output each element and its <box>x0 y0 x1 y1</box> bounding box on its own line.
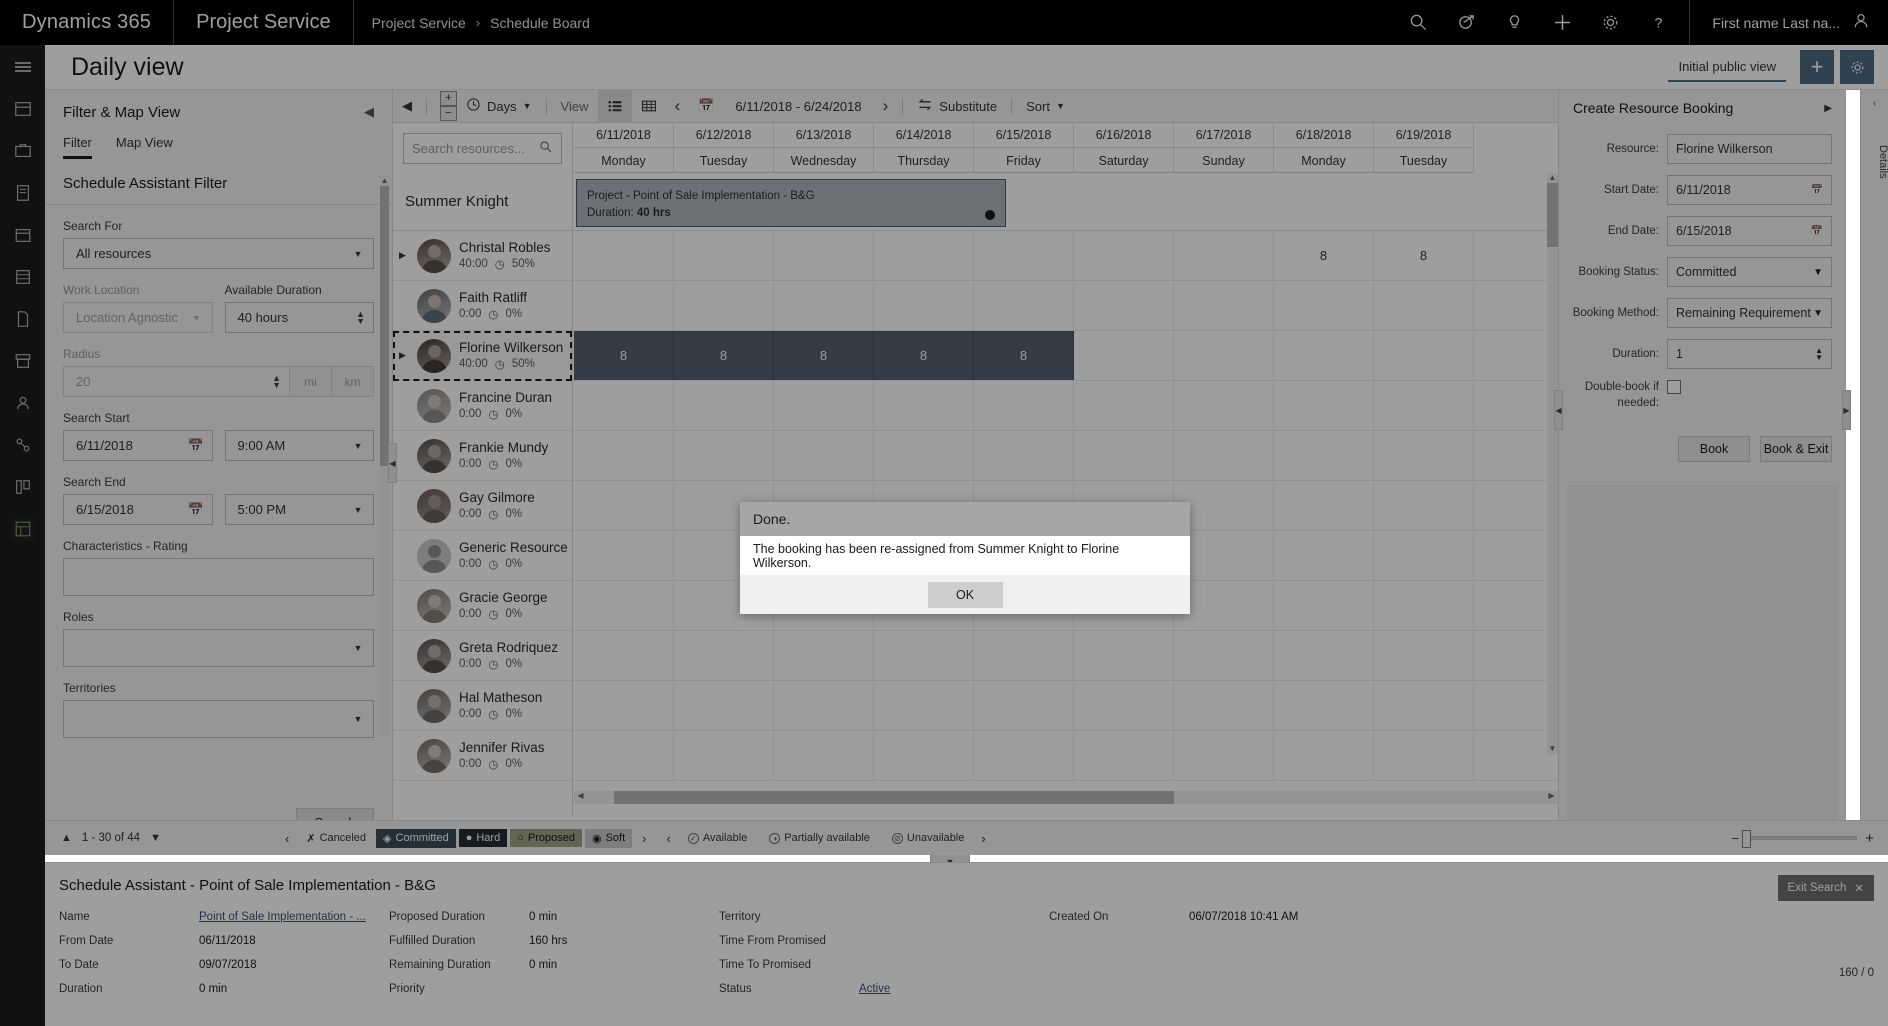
dialog-title: Done. <box>740 502 1190 536</box>
ok-button[interactable]: OK <box>927 581 1003 608</box>
dialog-message: The booking has been re-assigned from Su… <box>740 536 1190 575</box>
dialog-footer: OK <box>740 575 1190 614</box>
modal-layer: Done. The booking has been re-assigned f… <box>0 0 1888 1026</box>
done-dialog: Done. The booking has been re-assigned f… <box>740 502 1190 614</box>
